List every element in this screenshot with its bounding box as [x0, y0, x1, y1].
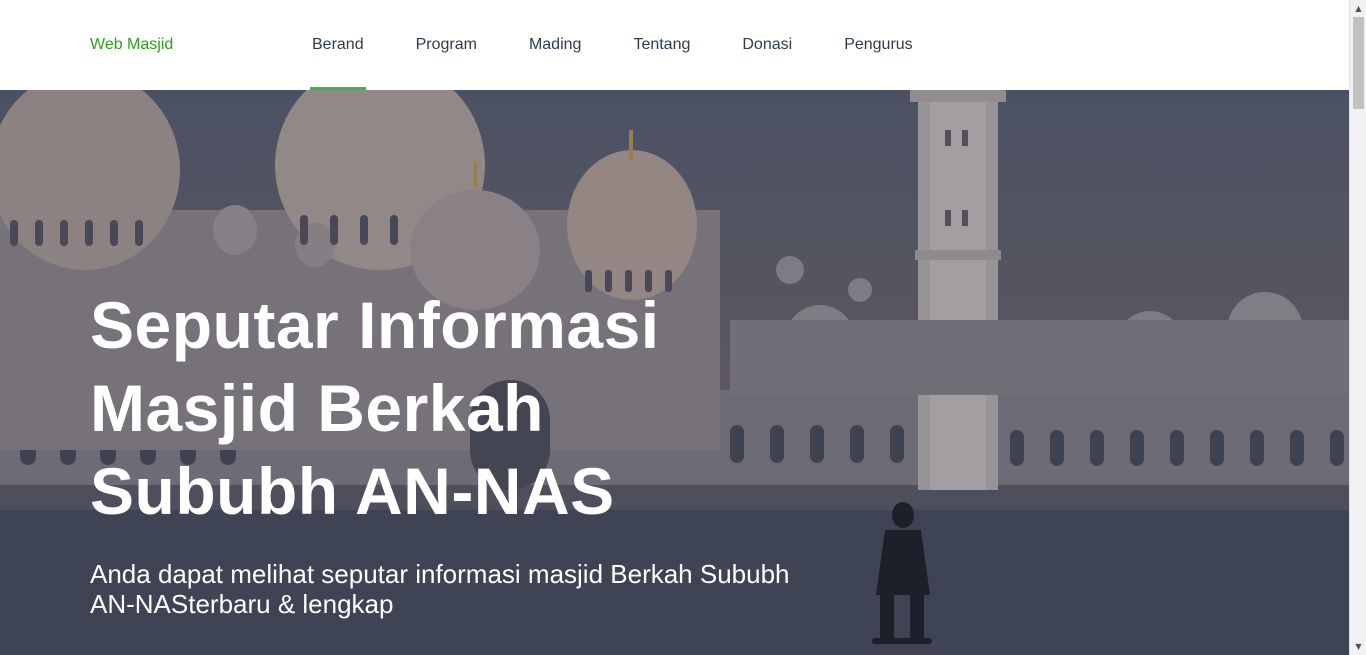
nav-link-beranda[interactable]: Berand	[310, 0, 366, 90]
top-navbar: Web Masjid Berand Program Mading Tentang…	[0, 0, 1349, 90]
nav-link-mading[interactable]: Mading	[529, 0, 581, 90]
hero-title: Seputar Informasi Masjid Berkah Sububh A…	[90, 288, 660, 528]
brand-link[interactable]: Web Masjid	[90, 36, 173, 54]
hero-subtitle: Anda dapat melihat seputar informasi mas…	[90, 559, 790, 619]
nav-link-pengurus[interactable]: Pengurus	[844, 0, 913, 90]
nav-links: Berand Program Mading Tentang Donasi Pen…	[310, 0, 965, 90]
arrow-down-icon[interactable]: ▼	[1350, 638, 1366, 655]
scrollbar-thumb[interactable]	[1353, 17, 1364, 109]
nav-link-tentang[interactable]: Tentang	[633, 0, 690, 90]
hero-section: Seputar Informasi Masjid Berkah Sububh A…	[0, 90, 1349, 655]
page-scrollbar[interactable]: ▲ ▼	[1349, 0, 1366, 655]
arrow-up-icon[interactable]: ▲	[1350, 0, 1366, 17]
nav-link-donasi[interactable]: Donasi	[742, 0, 792, 90]
nav-link-program[interactable]: Program	[416, 0, 477, 90]
